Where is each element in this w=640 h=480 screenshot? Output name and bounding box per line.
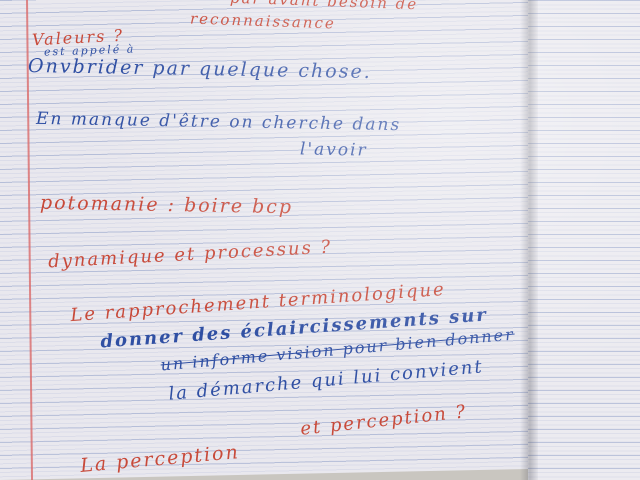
handwritten-line: l'avoir — [299, 139, 368, 161]
notebook-photo: par avant besoin de reconnaissance Valeu… — [0, 0, 640, 480]
right-notebook-page — [528, 0, 640, 480]
notebook-gutter — [520, 0, 538, 480]
handwritten-line: potomanie : boire bcp — [39, 191, 294, 219]
